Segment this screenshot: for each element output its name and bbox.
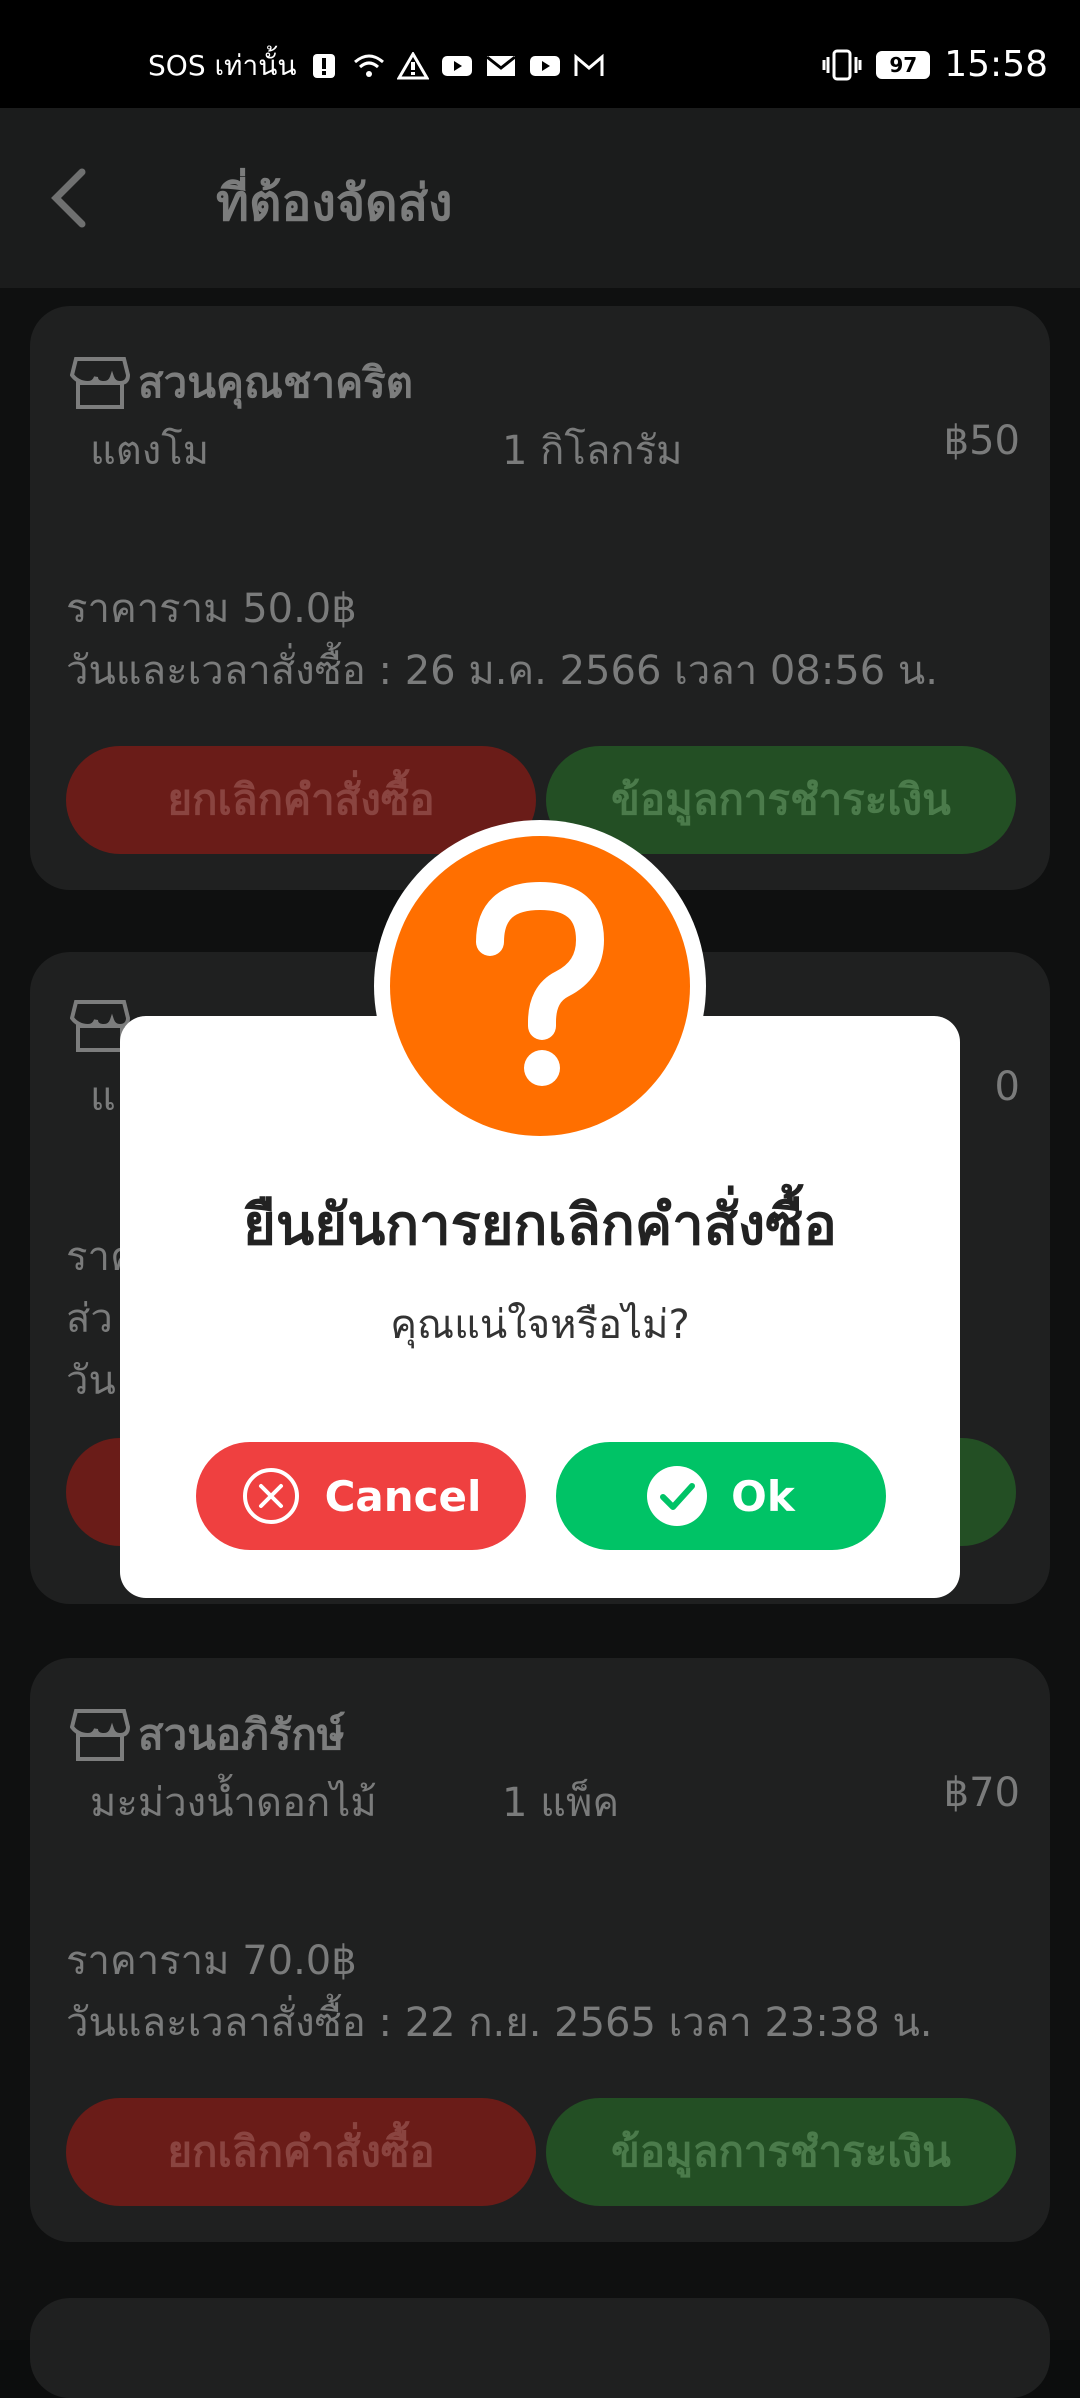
shop-row: สวนอภิรักษ์ xyxy=(70,1702,345,1768)
item-name: แตงโม xyxy=(90,428,210,474)
question-mark-icon xyxy=(390,836,690,1136)
page-title: ที่ต้องจัดส่ง xyxy=(216,174,453,232)
order-info: ราคาราม 50.0฿ วันและเวลาสั่งซื้อ : 26 ม.… xyxy=(66,578,938,702)
order-info: ราคาราม 70.0฿ วันและเวลาสั่งซื้อ : 22 ก.… xyxy=(66,1930,933,2054)
item-name: มะม่วงน้ำดอกไม้ xyxy=(90,1780,377,1826)
question-badge xyxy=(374,820,706,1152)
item-price: ฿50 xyxy=(943,418,1020,464)
dialog-cancel-label: Cancel xyxy=(324,1471,482,1521)
dialog-ok-label: Ok xyxy=(731,1471,795,1521)
youtube-icon xyxy=(529,56,560,76)
dialog-title: ยืนยันการยกเลิกคำสั่งซื้อ xyxy=(243,1193,837,1258)
order-datetime: วันและเวลาสั่งซื้อ : 26 ม.ค. 2566 เวลา 0… xyxy=(66,648,938,694)
item-qty: 1 แพ็ค xyxy=(502,1780,620,1826)
wifi-icon xyxy=(353,54,384,77)
alert-icon xyxy=(312,54,335,78)
back-arrow-icon[interactable] xyxy=(40,158,104,238)
shop-row: สวนคุณชาคริต xyxy=(70,350,413,416)
mail-icon xyxy=(485,55,516,76)
order-datetime: วันและเวลาสั่งซื้อ : 22 ก.ย. 2565 เวลา 2… xyxy=(66,2000,933,2046)
gmail-icon xyxy=(574,53,604,76)
store-icon xyxy=(70,1709,130,1761)
clock: 15:58 xyxy=(944,44,1048,85)
dialog-ok-button[interactable]: Ok xyxy=(556,1442,886,1550)
order-card: สวนอภิรักษ์ มะม่วงน้ำดอกไม้ 1 แพ็ค ฿70 ร… xyxy=(30,1658,1050,2242)
dialog-message: คุณแน่ใจหรือไม่? xyxy=(390,1302,690,1348)
vibrate-icon xyxy=(822,49,862,80)
dialog-cancel-button[interactable]: Cancel xyxy=(196,1442,526,1550)
cancel-order-button[interactable]: ยกเลิกคำสั่งซื้อ xyxy=(66,2098,536,2206)
item-price-fragment: 0 xyxy=(994,1064,1020,1110)
status-bar: SOS เท่านั้น 97 15:58 xyxy=(0,0,1080,108)
order-total: ราคาราม 70.0฿ xyxy=(66,1938,357,1984)
status-left: SOS เท่านั้น xyxy=(148,44,605,88)
shop-name: สวนอภิรักษ์ xyxy=(138,1710,345,1759)
item-price: ฿70 xyxy=(943,1770,1020,1816)
order-total: ราคาราม 50.0฿ xyxy=(66,586,357,632)
youtube-icon xyxy=(441,56,472,76)
payment-info-button[interactable]: ข้อมูลการชำระเงิน xyxy=(546,2098,1016,2206)
carrier-text: SOS เท่านั้น xyxy=(148,49,297,82)
battery-indicator: 97 xyxy=(876,50,931,79)
item-name-fragment: แ xyxy=(90,1074,116,1120)
warning-icon xyxy=(396,52,429,80)
order-card: สวนคุณชาคริต แตงโม 1 กิโลกรัม ฿50 ราคารา… xyxy=(30,306,1050,890)
item-qty: 1 กิโลกรัม xyxy=(502,428,683,474)
check-circle-icon xyxy=(647,1466,708,1526)
status-right: 97 15:58 xyxy=(822,44,1048,85)
store-icon xyxy=(70,357,130,409)
order-card xyxy=(30,2298,1050,2398)
app-header: ที่ต้องจัดส่ง xyxy=(0,108,1080,288)
cancel-circle-icon xyxy=(241,1466,301,1526)
shop-name: สวนคุณชาคริต xyxy=(138,358,414,407)
